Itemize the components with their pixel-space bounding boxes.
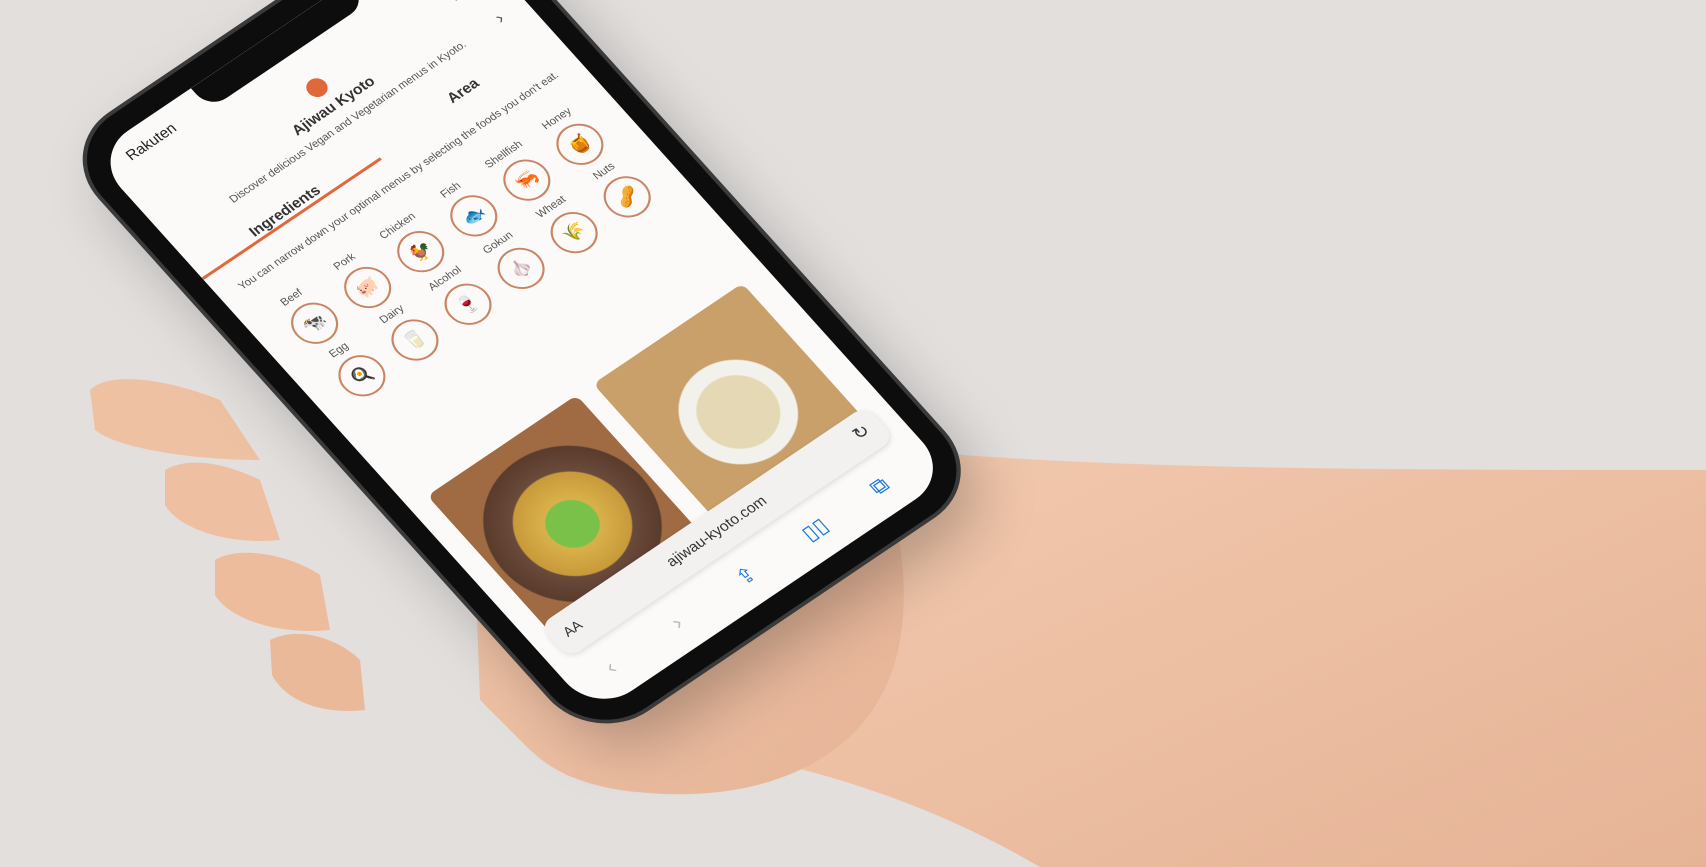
book-icon[interactable]: ▯▯ [796,513,834,546]
forward-arrow-icon[interactable]: › [665,611,689,635]
back-arrow-icon[interactable]: ‹ [599,656,623,680]
carrier-label: Rakuten [122,120,181,165]
photo-scene: Rakuten 16:08 ▮▮ Ajiwau Kyoto Discover d… [0,0,1706,867]
tabs-icon[interactable]: ⧉ [864,472,895,500]
share-icon[interactable]: ⇪ [730,561,763,591]
